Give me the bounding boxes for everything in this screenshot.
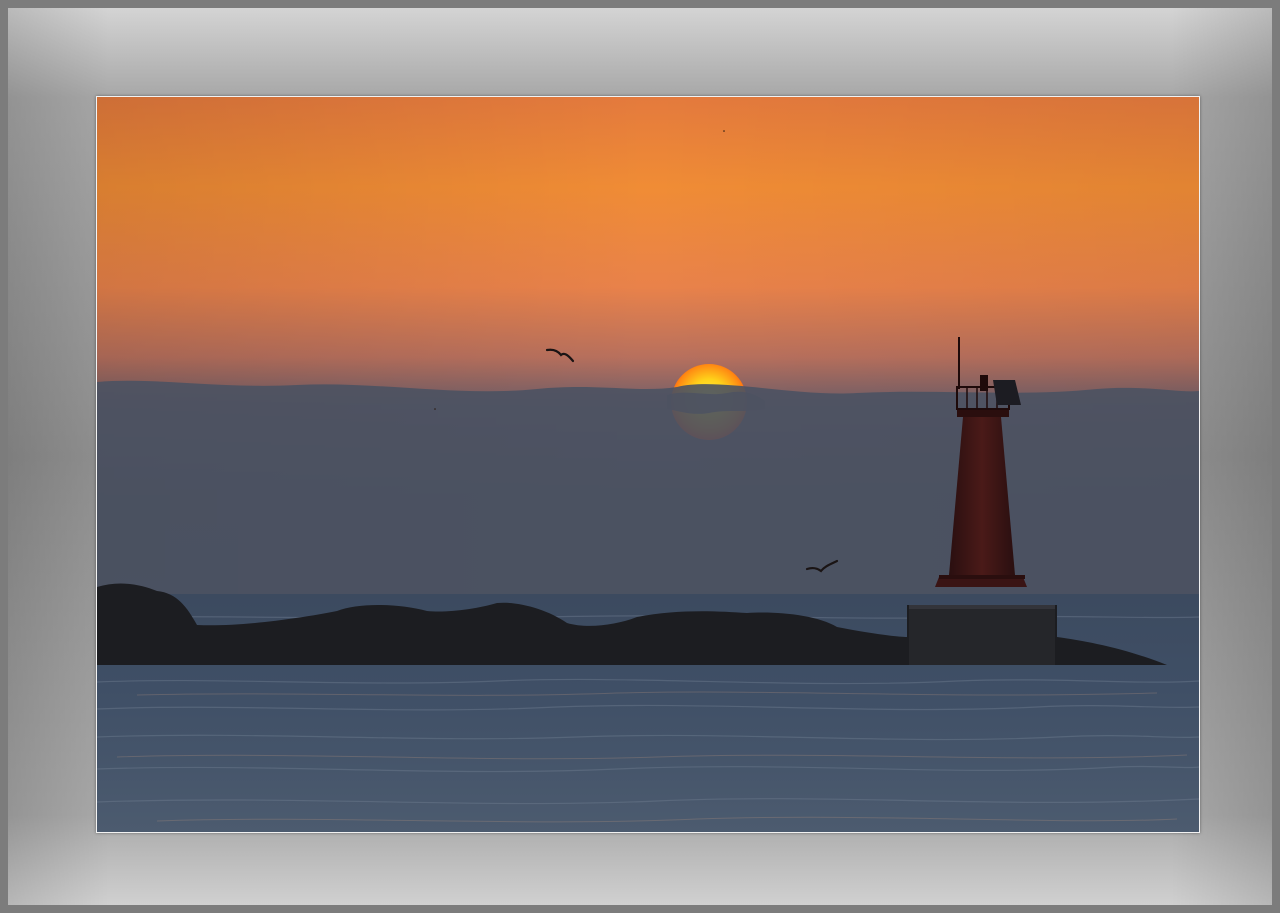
sunset-lighthouse-scene xyxy=(97,97,1199,832)
photo-mat-frame xyxy=(0,0,1280,913)
photo xyxy=(96,96,1200,833)
